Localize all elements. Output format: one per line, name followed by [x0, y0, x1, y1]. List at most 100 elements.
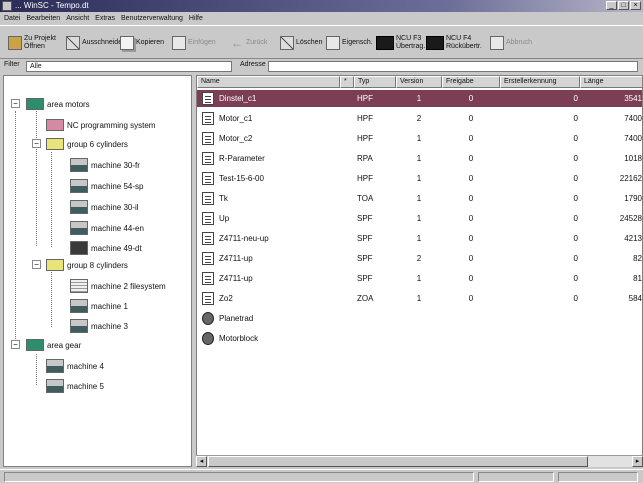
list-row[interactable]: Up SPF 1 0 0 24528: [197, 210, 642, 227]
tree-node-label: machine 49-dt: [91, 243, 142, 253]
cell-creator: 0: [573, 234, 578, 243]
list-row[interactable]: Dinstel_c1 HPF 1 0 0 3541: [197, 90, 642, 107]
tree-node-group-8-cylinders[interactable]: group 8 cylinders: [46, 257, 128, 273]
menu-user-management[interactable]: Benutzerverwaltung: [121, 13, 183, 24]
cancel-button[interactable]: Abbruch: [490, 30, 532, 56]
machine-icon: [70, 221, 88, 235]
cell-type: SPF: [357, 234, 373, 243]
minimize-button[interactable]: _: [606, 1, 617, 10]
cut-button[interactable]: Ausschneiden: [66, 30, 126, 56]
maximize-button[interactable]: □: [618, 1, 629, 10]
expander-area-gear[interactable]: −: [11, 340, 20, 349]
filter-label: Filter: [4, 61, 20, 68]
tree-node-machine-3[interactable]: machine 3: [70, 318, 128, 334]
menu-extras[interactable]: Extras: [95, 13, 115, 24]
expander-group-6-cylinders[interactable]: −: [32, 139, 41, 148]
tree-node-label: machine 44-en: [91, 223, 144, 233]
cell-release: 0: [468, 134, 474, 143]
menu-file[interactable]: Datei: [4, 13, 20, 24]
cell-creator: 0: [573, 194, 578, 203]
cell-release: [442, 310, 500, 327]
tree-node-label: group 8 cylinders: [67, 260, 128, 270]
scroll-right-icon[interactable]: ▸: [632, 456, 643, 467]
open-project-button[interactable]: Zu Projekt Öffnen: [8, 30, 56, 56]
cell-version: 1: [416, 134, 422, 143]
status-segment: [558, 472, 638, 482]
properties-label: Eigensch.: [342, 39, 373, 46]
cell-length: 7400: [624, 134, 642, 143]
clipboard-icon: [8, 36, 22, 50]
cell-length: 1018: [624, 154, 642, 163]
tree-node-machine-30-il[interactable]: machine 30-il: [70, 199, 139, 215]
expander-group-8-cylinders[interactable]: −: [32, 260, 41, 269]
column-header-version[interactable]: Version: [396, 76, 442, 88]
tree-node-machine-2-filesystem[interactable]: machine 2 filesystem: [70, 278, 166, 294]
ncu-transfer-button[interactable]: NCU F3 Übertrag.: [376, 30, 425, 56]
expander-area-motors[interactable]: −: [11, 99, 20, 108]
tree-node-group-6-cylinders[interactable]: group 6 cylinders: [46, 136, 128, 152]
tree-node-machine-4[interactable]: machine 4: [46, 358, 104, 374]
list-row[interactable]: Z4711-up SPF 1 0 0 81: [197, 270, 642, 287]
menu-edit[interactable]: Bearbeiten: [26, 13, 60, 24]
list-row[interactable]: Tk TOA 1 0 0 1790: [197, 190, 642, 207]
tree-node-area-motors[interactable]: area motors: [26, 96, 90, 112]
tree-node-machine-44-en[interactable]: machine 44-en: [70, 220, 144, 236]
cell-type: HPF: [357, 114, 373, 123]
cell-creator: 0: [573, 274, 578, 283]
properties-button[interactable]: Eigensch.: [326, 30, 373, 56]
menu-view[interactable]: Ansicht: [66, 13, 89, 24]
ncu-transfer-sub: NCU F3: [396, 35, 422, 42]
tree-line: [15, 111, 16, 343]
list-row[interactable]: Z4711-up SPF 2 0 0 82: [197, 250, 642, 267]
app-icon[interactable]: [2, 1, 12, 11]
column-header-release[interactable]: Freigabe: [442, 76, 500, 88]
column-header-creator[interactable]: Erstellerkennung: [500, 76, 580, 88]
document-icon: [202, 132, 214, 145]
tree-node-machine-5[interactable]: machine 5: [46, 378, 104, 394]
list-row[interactable]: Motorblock: [197, 330, 642, 347]
list-row[interactable]: Planetrad: [197, 310, 642, 327]
status-segment: [4, 472, 474, 482]
close-button[interactable]: ×: [630, 1, 641, 10]
column-header-star[interactable]: *: [340, 76, 354, 88]
cell-length: 22162: [619, 174, 642, 183]
tree-node-label: machine 2 filesystem: [91, 281, 166, 291]
arrow-left-icon: ←: [231, 36, 243, 50]
cell-name: Dinstel_c1: [219, 94, 257, 103]
paste-button[interactable]: Einfügen: [172, 30, 216, 56]
list-row[interactable]: R-Parameter RPA 1 0 0 1018: [197, 150, 642, 167]
tree-node-machine-30-fr[interactable]: machine 30-fr: [70, 157, 140, 173]
tree-node-machine-49-dt[interactable]: machine 49-dt: [70, 240, 142, 256]
tree-node-machine-54-sp[interactable]: machine 54-sp: [70, 178, 143, 194]
list-row[interactable]: Zo2 ZOA 1 0 0 584: [197, 290, 642, 307]
back-button[interactable]: ← Zurück: [230, 30, 267, 56]
cell-type: ZOA: [357, 294, 374, 303]
project-tree: − area motors NC programming system − gr…: [3, 75, 192, 467]
tree-node-label: machine 54-sp: [91, 181, 144, 191]
tree-node-area-gear[interactable]: area gear: [26, 337, 81, 353]
ncu-transfer-label: Übertrag.: [396, 43, 426, 50]
list-row[interactable]: Test-15-6-00 HPF 1 0 0 22162: [197, 170, 642, 187]
cell-length: 81: [633, 274, 642, 283]
scroll-thumb[interactable]: [208, 456, 588, 467]
scroll-left-icon[interactable]: ◂: [196, 456, 207, 467]
filter-field[interactable]: Alle: [26, 61, 232, 72]
tree-line: [51, 272, 52, 327]
tree-node-machine-1[interactable]: machine 1: [70, 298, 128, 314]
cell-version: 1: [416, 234, 422, 243]
tree-node-nc-programming-system[interactable]: NC programming system: [46, 117, 155, 133]
menu-help[interactable]: Hilfe: [189, 13, 203, 24]
list-row[interactable]: Z4711-neu-up SPF 1 0 0 4213: [197, 230, 642, 247]
copy-button[interactable]: Kopieren: [120, 30, 164, 56]
column-header-length[interactable]: Länge: [580, 76, 642, 88]
list-row[interactable]: Motor_c2 HPF 1 0 0 7400: [197, 130, 642, 147]
tree-node-label: machine 1: [91, 301, 128, 311]
document-icon: [202, 152, 214, 165]
ncu-receive-button[interactable]: NCU F4 Rückübertr.: [426, 30, 482, 56]
address-field[interactable]: [268, 61, 638, 72]
column-header-name[interactable]: Name: [197, 76, 340, 88]
list-row[interactable]: Motor_c1 HPF 2 0 0 7400: [197, 110, 642, 127]
delete-button[interactable]: Löschen: [280, 30, 322, 56]
column-header-type[interactable]: Typ: [354, 76, 396, 88]
horizontal-scrollbar[interactable]: ◂ ▸: [196, 455, 643, 467]
